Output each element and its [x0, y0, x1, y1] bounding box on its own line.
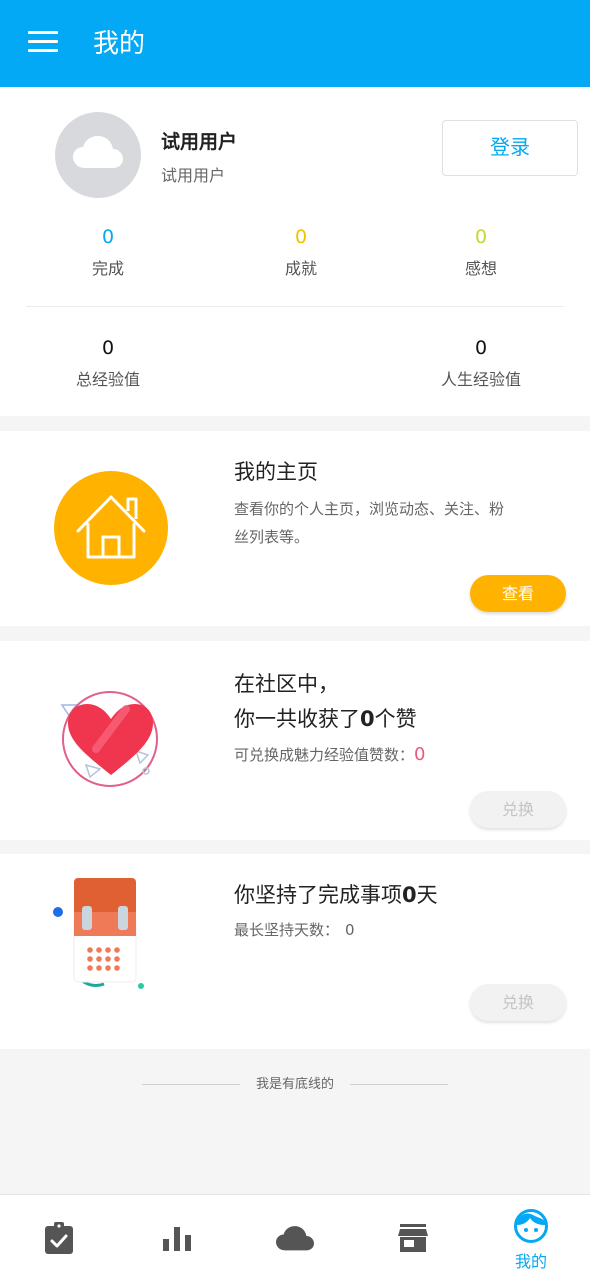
likes-title-suffix: 个赞	[374, 707, 417, 731]
divider	[26, 306, 564, 307]
cloud-icon	[276, 1226, 314, 1251]
streak-card: 你坚持了完成事项0天 最长坚持天数： 0 兑换	[0, 854, 590, 1049]
streak-title-prefix: 你坚持了完成事项	[234, 883, 402, 907]
stat-label: 完成	[91, 259, 124, 278]
footer-line-right	[350, 1084, 448, 1085]
bottom-navigation: 我的	[0, 1194, 590, 1280]
stat-label: 总经验值	[75, 370, 140, 389]
view-button[interactable]: 查看	[470, 575, 566, 612]
user-subtitle: 试用用户	[161, 166, 226, 185]
stat-thoughts[interactable]: 0 感想	[411, 225, 551, 281]
end-of-list-note: 我是有底线的	[255, 1077, 334, 1092]
homepage-card: 我的主页 查看你的个人主页，浏览动态、关注、粉 丝列表等。 查看	[0, 431, 590, 626]
likes-desc: 可兑换成魅力经验值赞数：0	[234, 741, 425, 769]
page-title: 我的	[93, 29, 146, 59]
profile-section: 试用用户 试用用户 登录 0 完成 0 成就 0 感想 0 总经验值 0 人生经…	[0, 87, 590, 416]
calendar-icon	[53, 878, 144, 989]
homepage-title: 我的主页	[234, 460, 318, 484]
menu-icon[interactable]	[28, 31, 58, 53]
streak-title: 你坚持了完成事项0天	[234, 880, 438, 910]
nav-tasks[interactable]	[0, 1195, 118, 1280]
likes-title-prefix: 你一共收获了	[234, 707, 360, 731]
stat-value: 0	[101, 226, 115, 248]
exchangeable-likes: 0	[414, 744, 426, 765]
cloud-icon	[73, 136, 123, 168]
heart-icon	[60, 691, 158, 787]
stat-value: 0	[474, 337, 488, 359]
stat-label: 感想	[464, 259, 497, 278]
stat-value: 0	[294, 226, 308, 248]
bar-chart-icon	[163, 1227, 191, 1251]
store-icon	[398, 1224, 428, 1252]
avatar[interactable]	[55, 112, 141, 198]
nav-stats[interactable]	[118, 1195, 236, 1280]
exchange-likes-button[interactable]: 兑换	[470, 791, 566, 828]
login-button[interactable]: 登录	[442, 120, 578, 176]
stat-value: 0	[474, 226, 488, 248]
likes-card: 在社区中， 你一共收获了0个赞 可兑换成魅力经验值赞数：0 兑换	[0, 641, 590, 840]
homepage-desc-line1: 查看你的个人主页，浏览动态、关注、粉	[234, 500, 505, 518]
streak-days: 0	[402, 883, 417, 907]
clipboard-check-icon	[45, 1222, 73, 1254]
stat-completed[interactable]: 0 完成	[38, 225, 178, 281]
nav-cloud[interactable]	[236, 1195, 354, 1280]
likes-count: 0	[360, 707, 375, 731]
likes-title-line2: 你一共收获了0个赞	[234, 704, 417, 734]
home-icon	[54, 471, 168, 585]
longest-streak: 0	[345, 921, 355, 939]
streak-desc: 最长坚持天数： 0	[234, 916, 355, 944]
homepage-desc-line2: 丝列表等。	[234, 528, 310, 546]
nav-me[interactable]: 我的	[472, 1195, 590, 1280]
stat-total-exp[interactable]: 0 总经验值	[38, 336, 178, 392]
stat-achievements[interactable]: 0 成就	[231, 225, 371, 281]
face-icon	[514, 1209, 548, 1243]
app-bar: 我的	[0, 0, 590, 87]
likes-desc-prefix: 可兑换成魅力经验值赞数：	[234, 746, 415, 764]
user-name: 试用用户	[161, 131, 238, 153]
stat-value: 0	[101, 337, 115, 359]
exchange-streak-button[interactable]: 兑换	[470, 984, 566, 1021]
streak-title-suffix: 天	[416, 883, 438, 907]
stat-life-exp[interactable]: 0 人生经验值	[411, 336, 551, 392]
streak-desc-prefix: 最长坚持天数：	[234, 921, 340, 939]
stat-label: 成就	[284, 259, 317, 278]
nav-store[interactable]	[354, 1195, 472, 1280]
stat-label: 人生经验值	[440, 370, 521, 389]
likes-title-line1: 在社区中，	[234, 672, 339, 696]
nav-me-label: 我的	[514, 1252, 547, 1271]
